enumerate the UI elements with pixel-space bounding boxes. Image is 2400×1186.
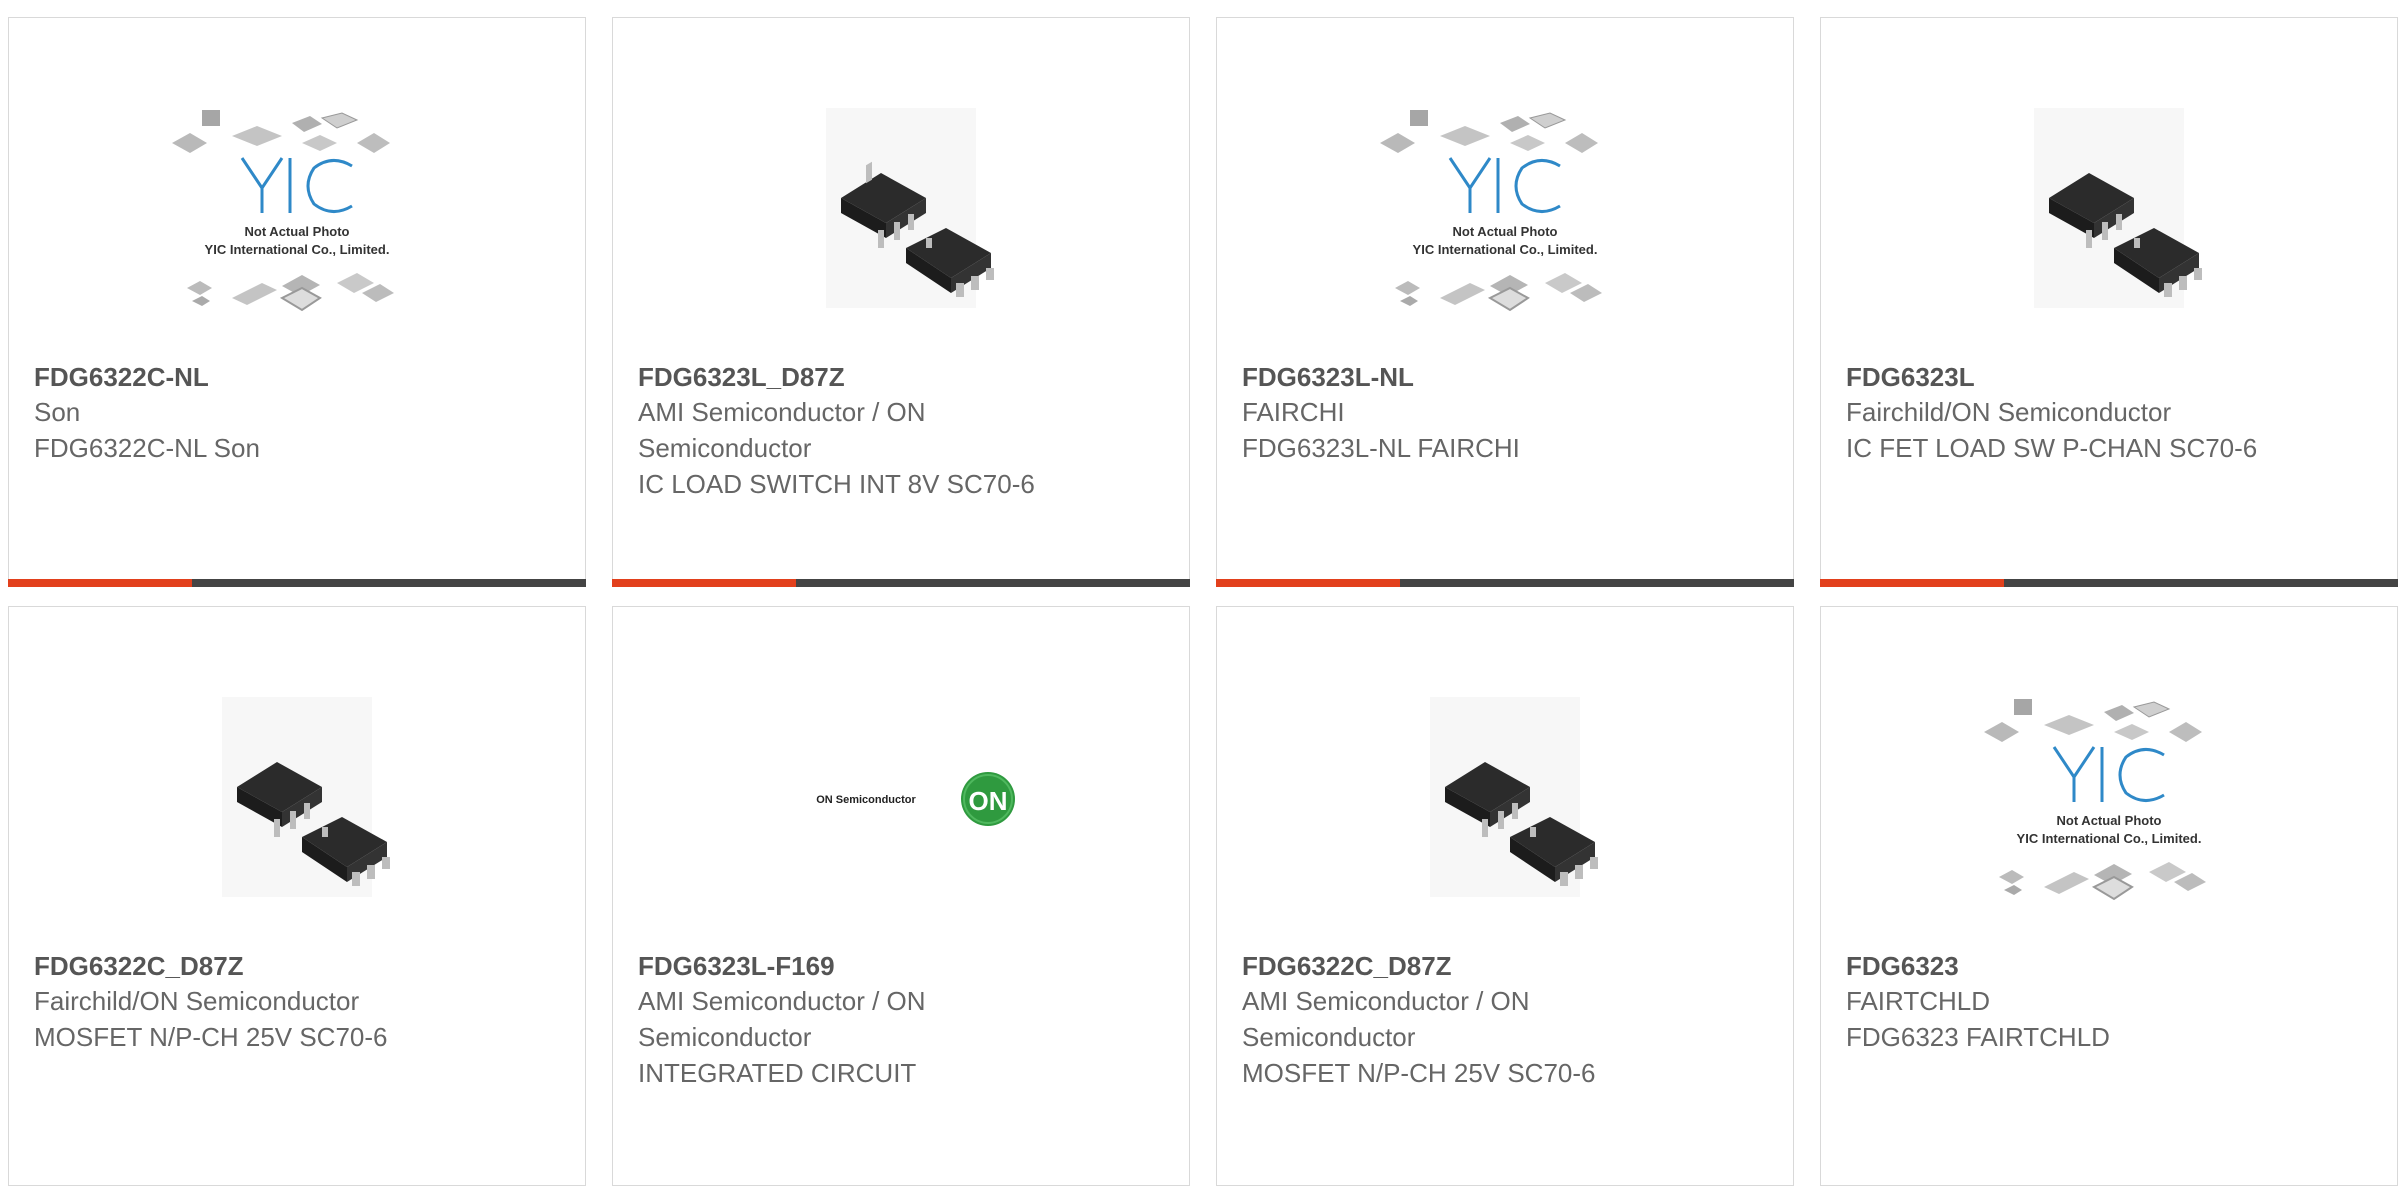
product-card[interactable]: FDG6323L Fairchild/ON Semiconductor IC F… bbox=[1820, 17, 2398, 587]
description: IC FET LOAD SW P-CHAN SC70-6 bbox=[1846, 433, 2258, 463]
product-card[interactable]: Not Actual Photo YIC International Co., … bbox=[8, 17, 586, 587]
card-bottom-bar bbox=[1820, 579, 2398, 587]
part-number[interactable]: FDG6323L-F169 bbox=[638, 949, 1058, 983]
card-bar-accent bbox=[1216, 579, 1400, 587]
on-semiconductor-logo: ON Semiconductor ON bbox=[816, 772, 1015, 826]
manufacturer: AMI Semiconductor / ON Semiconductor bbox=[638, 397, 926, 463]
description: IC LOAD SWITCH INT 8V SC70-6 bbox=[638, 469, 1035, 499]
part-number[interactable]: FDG6322C-NL bbox=[34, 360, 454, 394]
product-image-chip[interactable] bbox=[1370, 677, 1640, 917]
part-number[interactable]: FDG6322C_D87Z bbox=[34, 949, 454, 983]
description: FDG6322C-NL Son bbox=[34, 433, 260, 463]
card-bar-accent bbox=[612, 579, 796, 587]
product-image-placeholder[interactable]: Not Actual Photo YIC International Co., … bbox=[1974, 677, 2244, 917]
manufacturer: AMI Semiconductor / ON Semiconductor bbox=[1242, 986, 1530, 1052]
sc70-chip-photo bbox=[826, 108, 994, 308]
manufacturer: FAIRTCHLD bbox=[1846, 986, 1990, 1016]
manufacturer: Fairchild/ON Semiconductor bbox=[34, 986, 360, 1016]
description: FDG6323 FAIRTCHLD bbox=[1846, 1022, 2110, 1052]
part-number[interactable]: FDG6322C_D87Z bbox=[1242, 949, 1662, 983]
product-info: FDG6322C-NL Son FDG6322C-NL Son bbox=[34, 360, 454, 466]
part-number[interactable]: FDG6323 bbox=[1846, 949, 2266, 983]
card-bottom-bar bbox=[1216, 579, 1794, 587]
sc70-chip-photo bbox=[1430, 697, 1598, 897]
on-semiconductor-wordmark: ON Semiconductor bbox=[816, 794, 916, 806]
part-number[interactable]: FDG6323L bbox=[1846, 360, 2266, 394]
product-image-chip[interactable] bbox=[1974, 88, 2244, 328]
product-card[interactable]: FDG6322C_D87Z AMI Semiconductor / ON Sem… bbox=[1216, 606, 1794, 1186]
placeholder-line-2: YIC International Co., Limited. bbox=[205, 242, 390, 257]
product-card[interactable]: FDG6322C_D87Z Fairchild/ON Semiconductor… bbox=[8, 606, 586, 1186]
placeholder-line-1: Not Actual Photo bbox=[2057, 813, 2162, 828]
product-card[interactable]: ON Semiconductor ON FDG6323L-F169 AMI Se… bbox=[612, 606, 1190, 1186]
product-info: FDG6322C_D87Z Fairchild/ON Semiconductor… bbox=[34, 949, 454, 1055]
description: MOSFET N/P-CH 25V SC70-6 bbox=[34, 1022, 388, 1052]
part-number[interactable]: FDG6323L_D87Z bbox=[638, 360, 1058, 394]
description: FDG6323L-NL FAIRCHI bbox=[1242, 433, 1520, 463]
product-info: FDG6323L-F169 AMI Semiconductor / ON Sem… bbox=[638, 949, 1058, 1091]
placeholder-line-2: YIC International Co., Limited. bbox=[2017, 831, 2202, 846]
product-info: FDG6323 FAIRTCHLD FDG6323 FAIRTCHLD bbox=[1846, 949, 2266, 1055]
product-card[interactable]: FDG6323L_D87Z AMI Semiconductor / ON Sem… bbox=[612, 17, 1190, 587]
product-info: FDG6323L-NL FAIRCHI FDG6323L-NL FAIRCHI bbox=[1242, 360, 1662, 466]
product-card[interactable]: Not Actual Photo YIC International Co., … bbox=[1216, 17, 1794, 587]
yic-placeholder-image: Not Actual Photo YIC International Co., … bbox=[1984, 699, 2206, 901]
part-number[interactable]: FDG6323L-NL bbox=[1242, 360, 1662, 394]
card-bar-accent bbox=[1820, 579, 2004, 587]
on-badge-text: ON bbox=[969, 786, 1008, 816]
yic-placeholder-image: Not Actual Photo YIC International Co., … bbox=[172, 110, 394, 312]
placeholder-line-2: YIC International Co., Limited. bbox=[1413, 242, 1598, 257]
placeholder-line-1: Not Actual Photo bbox=[245, 224, 350, 239]
product-image-placeholder[interactable]: Not Actual Photo YIC International Co., … bbox=[162, 88, 432, 328]
product-card[interactable]: Not Actual Photo YIC International Co., … bbox=[1820, 606, 2398, 1186]
placeholder-line-1: Not Actual Photo bbox=[1453, 224, 1558, 239]
product-image-chip[interactable] bbox=[162, 677, 432, 917]
product-image-chip[interactable] bbox=[766, 88, 1036, 328]
manufacturer: Fairchild/ON Semiconductor bbox=[1846, 397, 2172, 427]
product-info: FDG6323L Fairchild/ON Semiconductor IC F… bbox=[1846, 360, 2266, 466]
product-info: FDG6322C_D87Z AMI Semiconductor / ON Sem… bbox=[1242, 949, 1662, 1091]
description: MOSFET N/P-CH 25V SC70-6 bbox=[1242, 1058, 1596, 1088]
yic-placeholder-image: Not Actual Photo YIC International Co., … bbox=[1380, 110, 1602, 312]
card-bar-accent bbox=[8, 579, 192, 587]
manufacturer: AMI Semiconductor / ON Semiconductor bbox=[638, 986, 926, 1052]
sc70-chip-photo bbox=[222, 697, 390, 897]
product-image-logo[interactable]: ON Semiconductor ON bbox=[766, 677, 1036, 917]
manufacturer: FAIRCHI bbox=[1242, 397, 1345, 427]
description: INTEGRATED CIRCUIT bbox=[638, 1058, 917, 1088]
product-image-placeholder[interactable]: Not Actual Photo YIC International Co., … bbox=[1370, 88, 1640, 328]
product-grid: Not Actual Photo YIC International Co., … bbox=[0, 0, 2400, 1186]
card-bottom-bar bbox=[8, 579, 586, 587]
card-bottom-bar bbox=[612, 579, 1190, 587]
product-info: FDG6323L_D87Z AMI Semiconductor / ON Sem… bbox=[638, 360, 1058, 502]
sc70-chip-photo bbox=[2034, 108, 2202, 308]
manufacturer: Son bbox=[34, 397, 81, 427]
